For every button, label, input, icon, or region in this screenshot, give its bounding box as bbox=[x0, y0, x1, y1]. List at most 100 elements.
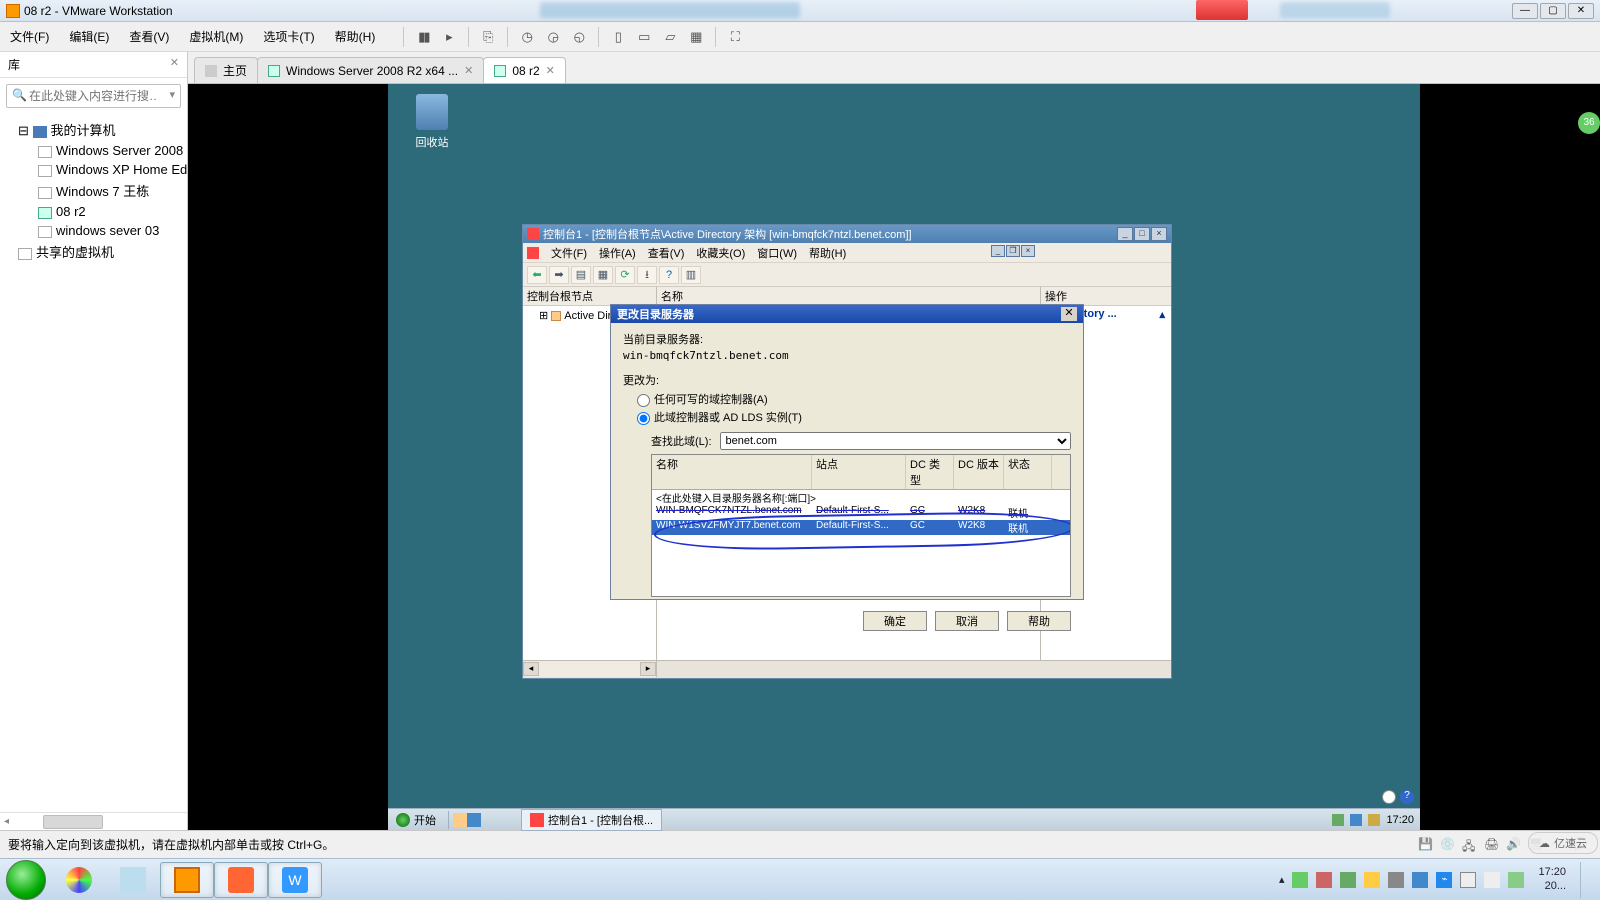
notify-help-icon[interactable]: ? bbox=[1400, 790, 1414, 804]
clock3-icon[interactable]: ◵ bbox=[568, 26, 590, 48]
mmc-min-button[interactable]: _ bbox=[1117, 227, 1133, 241]
mmc-close-button[interactable]: × bbox=[1151, 227, 1167, 241]
minimize-button[interactable]: — bbox=[1512, 3, 1538, 19]
list-icon[interactable]: ▥ bbox=[681, 266, 701, 284]
view-thumb-icon[interactable]: ▦ bbox=[685, 26, 707, 48]
guest-start-button[interactable]: 开始 bbox=[388, 812, 444, 828]
tab-close-icon[interactable]: ✕ bbox=[546, 64, 555, 77]
mmc-menu-view[interactable]: 查看(V) bbox=[648, 245, 685, 261]
menu-edit[interactable]: 编辑(E) bbox=[59, 28, 119, 45]
dialog-close-icon[interactable]: ✕ bbox=[1061, 307, 1077, 321]
tree-vm-item[interactable]: Windows XP Home Ed bbox=[0, 160, 187, 179]
tray-icon[interactable] bbox=[1340, 872, 1356, 888]
host-clock[interactable]: 17:20 20... bbox=[1538, 866, 1566, 892]
taskbar-app[interactable] bbox=[52, 862, 106, 898]
sidebar-hscroll[interactable]: ◂ bbox=[0, 812, 187, 830]
menu-view[interactable]: 查看(V) bbox=[119, 28, 179, 45]
help-icon[interactable]: ? bbox=[659, 266, 679, 284]
tray-chevron-icon[interactable]: ▴ bbox=[1279, 873, 1285, 886]
explorer-icon[interactable] bbox=[453, 813, 467, 827]
domain-select[interactable]: benet.com bbox=[720, 432, 1072, 450]
show-desktop-button[interactable] bbox=[1580, 862, 1590, 898]
tree-vm-item[interactable]: windows sever 03 bbox=[0, 221, 187, 240]
tray-icon[interactable] bbox=[1412, 872, 1428, 888]
taskbar-vmware[interactable] bbox=[160, 862, 214, 898]
guest-desktop[interactable]: 回收站 控制台1 - [控制台根节点\Active Directory 架构 [… bbox=[388, 84, 1420, 830]
fullscreen-icon[interactable]: ⛶ bbox=[724, 26, 746, 48]
mmc-menu-action[interactable]: 操作(A) bbox=[599, 245, 636, 261]
dialog-titlebar[interactable]: 更改目录服务器 ✕ bbox=[611, 305, 1083, 323]
up-icon[interactable]: ▤ bbox=[571, 266, 591, 284]
taskbar-app[interactable] bbox=[106, 862, 160, 898]
props-icon[interactable]: ▦ bbox=[593, 266, 613, 284]
view-console-icon[interactable]: ▱ bbox=[659, 26, 681, 48]
recycle-bin[interactable]: 回收站 bbox=[402, 94, 462, 150]
tray-icon[interactable] bbox=[1316, 872, 1332, 888]
mmc-menu-fav[interactable]: 收藏夹(O) bbox=[696, 245, 745, 261]
export-icon[interactable]: ⭳ bbox=[637, 266, 657, 284]
host-start-button[interactable] bbox=[6, 860, 46, 900]
menu-tabs[interactable]: 选项卡(T) bbox=[253, 28, 324, 45]
search-dropdown-icon[interactable]: ▾ bbox=[169, 88, 175, 101]
view-multi-icon[interactable]: ▭ bbox=[633, 26, 655, 48]
back-icon[interactable]: ⬅ bbox=[527, 266, 547, 284]
close-button[interactable]: ✕ bbox=[1568, 3, 1594, 19]
guest-clock[interactable]: 17:20 bbox=[1386, 814, 1414, 826]
tab-vm-active[interactable]: 08 r2✕ bbox=[483, 57, 566, 83]
tray-volume-icon[interactable] bbox=[1368, 814, 1380, 826]
menu-vm[interactable]: 虚拟机(M) bbox=[179, 28, 253, 45]
ok-button[interactable]: 确定 bbox=[863, 611, 927, 631]
device-cd-icon[interactable]: 💿 bbox=[1440, 837, 1458, 853]
dc-input-hint[interactable]: <在此处键入目录服务器名称[:端口]> bbox=[652, 490, 1070, 505]
forward-icon[interactable]: ➡ bbox=[549, 266, 569, 284]
tray-icon[interactable] bbox=[1364, 872, 1380, 888]
clock-icon[interactable]: ◷ bbox=[516, 26, 538, 48]
change-ds-dialog[interactable]: 更改目录服务器 ✕ 当前目录服务器: win-bmqfck7ntzl.benet… bbox=[610, 304, 1084, 600]
clock2-icon[interactable]: ◶ bbox=[542, 26, 564, 48]
device-net-icon[interactable]: 🖧 bbox=[1462, 837, 1480, 853]
pause-icon[interactable]: ▮▮ bbox=[412, 26, 434, 48]
dc-row[interactable]: WIN-BMQFCK7NTZL.benet.com Default-First-… bbox=[652, 505, 1070, 520]
mmc-menu-help[interactable]: 帮助(H) bbox=[809, 245, 846, 261]
device-hdd-icon[interactable]: 💾 bbox=[1418, 837, 1436, 853]
taskbar-app[interactable]: W bbox=[268, 862, 322, 898]
mmc-menu-file[interactable]: 文件(F) bbox=[551, 245, 587, 261]
dc-row-selected[interactable]: WIN-W1SVZFMYJT7.benet.com Default-First-… bbox=[652, 520, 1070, 535]
menu-file[interactable]: 文件(F) bbox=[0, 28, 59, 45]
help-button[interactable]: 帮助 bbox=[1007, 611, 1071, 631]
play-icon[interactable]: ▸ bbox=[438, 26, 460, 48]
device-usb-icon[interactable]: 🖨 bbox=[1484, 837, 1502, 853]
taskbar-task-mmc[interactable]: 控制台1 - [控制台根... bbox=[521, 809, 662, 831]
radio-this-dc[interactable]: 此域控制器或 AD LDS 实例(T) bbox=[623, 408, 1071, 426]
tray-network-icon[interactable] bbox=[1350, 814, 1362, 826]
tab-vm[interactable]: Windows Server 2008 R2 x64 ...✕ bbox=[257, 57, 484, 83]
mmc-max-button[interactable]: □ bbox=[1134, 227, 1150, 241]
tree-vm-item[interactable]: Windows 7 王栋 bbox=[0, 179, 187, 202]
tray-icon[interactable] bbox=[1292, 872, 1308, 888]
tray-icon[interactable] bbox=[1388, 872, 1404, 888]
library-search-input[interactable] bbox=[6, 84, 181, 108]
tray-wifi-icon[interactable] bbox=[1508, 872, 1524, 888]
tree-shared-vms[interactable]: 共享的虚拟机 bbox=[0, 240, 187, 263]
sidebar-close-icon[interactable]: ✕ bbox=[170, 56, 179, 73]
tree-vm-item[interactable]: Windows Server 2008 bbox=[0, 141, 187, 160]
taskbar-app[interactable] bbox=[214, 862, 268, 898]
view-single-icon[interactable]: ▯ bbox=[607, 26, 629, 48]
tray-icon[interactable] bbox=[1332, 814, 1344, 826]
snapshot-icon[interactable]: ⎘ bbox=[477, 26, 499, 48]
mmc-menu-window[interactable]: 窗口(W) bbox=[757, 245, 797, 261]
radio-any-writable[interactable]: 任何可写的域控制器(A) bbox=[623, 390, 1071, 408]
mmc-titlebar[interactable]: 控制台1 - [控制台根节点\Active Directory 架构 [win-… bbox=[523, 225, 1171, 243]
tab-close-icon[interactable]: ✕ bbox=[464, 64, 473, 77]
tree-vm-item[interactable]: 08 r2 bbox=[0, 202, 187, 221]
menu-help[interactable]: 帮助(H) bbox=[325, 28, 386, 45]
desktop-icon[interactable] bbox=[467, 813, 481, 827]
tab-home[interactable]: 主页 bbox=[194, 57, 258, 83]
cancel-button[interactable]: 取消 bbox=[935, 611, 999, 631]
tree-root-computer[interactable]: ⊟ 我的计算机 bbox=[0, 118, 187, 141]
refresh-icon[interactable]: ⟳ bbox=[615, 266, 635, 284]
device-sound-icon[interactable]: 🔊 bbox=[1506, 837, 1524, 853]
child-min-button[interactable]: _ bbox=[991, 245, 1005, 257]
child-max-button[interactable]: ❐ bbox=[1006, 245, 1020, 257]
child-close-button[interactable]: × bbox=[1021, 245, 1035, 257]
